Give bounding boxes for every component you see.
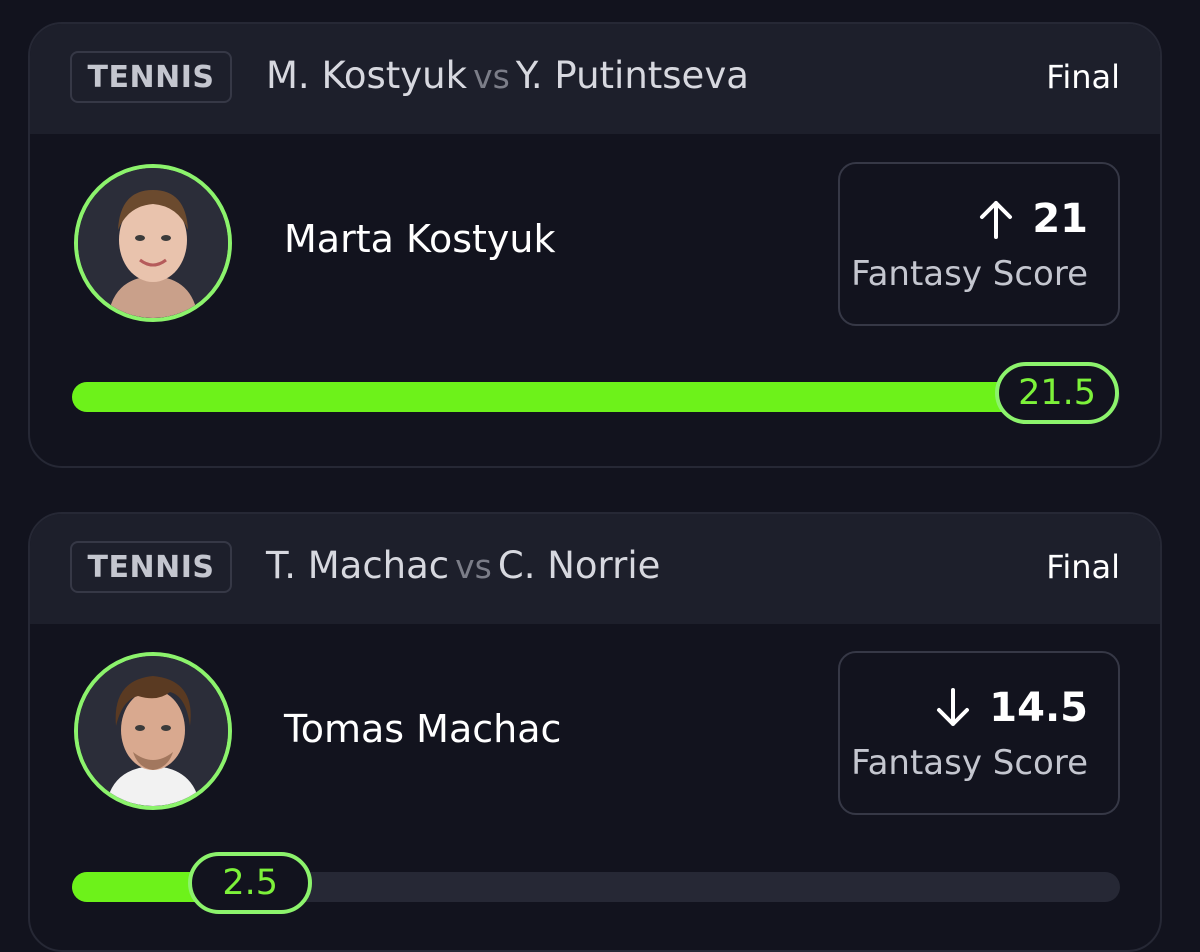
matchup: M. Kostyuk vs Y. Putintseva bbox=[266, 54, 749, 97]
game-status: Final bbox=[1046, 58, 1120, 96]
game-status: Final bbox=[1046, 548, 1120, 586]
player-avatar-icon bbox=[74, 652, 232, 810]
player-a: M. Kostyuk bbox=[266, 54, 468, 97]
player-b: Y. Putintseva bbox=[515, 54, 749, 97]
vs-label: vs bbox=[473, 57, 510, 96]
fantasy-score-box: 21 Fantasy Score bbox=[838, 162, 1120, 326]
score-value: 21 bbox=[978, 196, 1088, 242]
player-b: C. Norrie bbox=[497, 544, 661, 587]
progress-track: 21.5 bbox=[72, 362, 1120, 424]
card-header: TENNIS T. Machac vs C. Norrie Final bbox=[30, 514, 1160, 624]
score-number: 14.5 bbox=[989, 685, 1088, 731]
card-header: TENNIS M. Kostyuk vs Y. Putintseva Final bbox=[30, 24, 1160, 134]
sport-badge: TENNIS bbox=[70, 51, 232, 103]
line-badge: 2.5 bbox=[188, 852, 313, 914]
arrow-up-icon bbox=[980, 201, 1013, 239]
score-value: 14.5 bbox=[935, 685, 1088, 731]
fantasy-score-box: 14.5 Fantasy Score bbox=[838, 651, 1120, 815]
player-name: Tomas Machac bbox=[284, 707, 562, 751]
score-label: Fantasy Score bbox=[851, 743, 1088, 783]
score-number: 21 bbox=[1032, 196, 1088, 242]
progress-fill bbox=[72, 382, 1058, 412]
arrow-down-icon bbox=[937, 688, 970, 726]
player-a: T. Machac bbox=[266, 544, 450, 587]
matchup: T. Machac vs C. Norrie bbox=[266, 544, 660, 587]
score-label: Fantasy Score bbox=[851, 254, 1088, 294]
vs-label: vs bbox=[455, 547, 492, 586]
pick-card[interactable]: TENNIS M. Kostyuk vs Y. Putintseva Final M… bbox=[28, 22, 1162, 468]
pick-card[interactable]: TENNIS T. Machac vs C. Norrie Final Tomas … bbox=[28, 512, 1162, 952]
line-badge: 21.5 bbox=[995, 362, 1120, 424]
player-avatar-icon bbox=[74, 164, 232, 322]
sport-badge: TENNIS bbox=[70, 541, 232, 593]
player-name: Marta Kostyuk bbox=[284, 217, 556, 261]
progress-track: 2.5 bbox=[72, 852, 1120, 914]
